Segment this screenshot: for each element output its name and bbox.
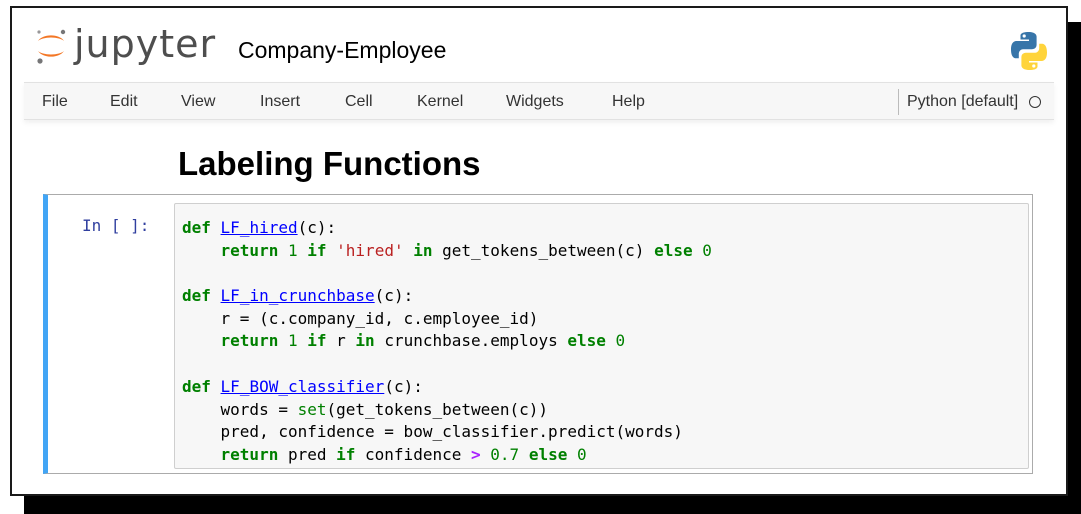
code-token: confidence (355, 444, 471, 464)
code-token: def (182, 286, 211, 306)
code-token: else (654, 240, 693, 260)
code-token: 0 (615, 331, 626, 351)
jupyter-logo-icon (37, 29, 66, 64)
code-token: if (307, 331, 327, 351)
code-token: words = (182, 399, 298, 419)
notebook-title[interactable]: Company-Employee (238, 35, 446, 65)
kernel-name: Python [default] (907, 93, 1019, 110)
code-token: in (413, 240, 433, 260)
code-line[interactable]: pred, confidence = bow_classifier.predic… (182, 421, 712, 444)
code-line[interactable]: def LF_hired(c): (182, 217, 712, 240)
code-line[interactable] (182, 262, 712, 285)
code-token: 1 (287, 240, 298, 260)
code-token: set (297, 399, 327, 419)
code-token: def (182, 218, 211, 237)
code-line[interactable]: r = (c.company_id, c.employee_id) (182, 308, 712, 331)
notebook-window: jupyter Company-Employee File Edit View … (10, 6, 1068, 496)
code-line[interactable]: return 1 if 'hired' in get_tokens_betwee… (182, 240, 712, 263)
code-line[interactable]: return 1 if r in crunchbase.employs else… (182, 330, 712, 353)
code-token: 'hired' (336, 240, 404, 260)
input-prompt: In [ ]: (82, 216, 150, 235)
jupyter-logo[interactable]: jupyter (34, 24, 216, 68)
menu-view[interactable]: View (181, 92, 215, 112)
code-token: LF_hired (220, 218, 298, 237)
code-token: get_tokens_between(c) (432, 240, 655, 260)
kernel-idle-circle-icon (1029, 96, 1042, 108)
markdown-heading: Labeling Functions (178, 145, 481, 182)
jupyter-logo-text: jupyter (74, 22, 217, 66)
code-token: def (182, 376, 211, 396)
code-line[interactable]: words = set(get_tokens_between(c)) (182, 399, 712, 422)
code-token: return (220, 331, 279, 351)
code-token: (c): (297, 218, 337, 237)
code-token: (c): (384, 376, 423, 396)
code-token: pred, confidence = bow_classifier.predic… (182, 422, 683, 442)
menu-widgets[interactable]: Widgets (506, 92, 564, 112)
menu-kernel[interactable]: Kernel (417, 92, 463, 112)
code-line[interactable]: def LF_in_crunchbase(c): (182, 285, 712, 308)
code-token: > (470, 444, 481, 464)
kernel-indicator-area: Python [default] (898, 89, 1042, 115)
code-token: pred (278, 444, 337, 464)
code-token: 0 (576, 444, 587, 464)
code-token: 1 (287, 331, 298, 351)
menu-cell[interactable]: Cell (345, 92, 373, 112)
code-line[interactable]: def LF_BOW_classifier(c): (182, 376, 712, 399)
menu-help[interactable]: Help (612, 92, 645, 112)
code-token: if (307, 240, 327, 260)
code-token: 0 (702, 240, 712, 260)
notebook-header: jupyter Company-Employee (12, 8, 1066, 84)
code-token: in (355, 331, 375, 351)
code-token: return (220, 444, 279, 464)
code-token: return (220, 240, 279, 260)
code-token: else (567, 331, 606, 351)
code-token: LF_in_crunchbase (220, 286, 375, 306)
code-token: (get_tokens_between(c)) (326, 399, 549, 419)
code-cell[interactable]: In [ ]: def LF_hired(c): return 1 if 'hi… (43, 194, 1033, 474)
code-token: if (336, 444, 356, 464)
code-token: (c): (374, 286, 414, 306)
code-token: LF_BOW_classifier (220, 376, 385, 396)
python-logo-icon (1011, 32, 1047, 70)
menu-file[interactable]: File (42, 92, 68, 112)
code-line[interactable] (182, 353, 712, 376)
menu-edit[interactable]: Edit (110, 92, 138, 112)
code-line[interactable]: return pred if confidence > 0.7 else 0 (182, 444, 712, 467)
menubar: File Edit View Insert Cell Kernel Widget… (24, 82, 1054, 120)
code-editor[interactable]: def LF_hired(c): return 1 if 'hired' in … (182, 217, 712, 467)
menu-insert[interactable]: Insert (260, 92, 300, 112)
code-input-area[interactable]: def LF_hired(c): return 1 if 'hired' in … (174, 203, 1029, 469)
code-token: r (326, 331, 356, 351)
code-token: r = (c.company_id, c.employee_id) (182, 308, 539, 328)
code-token: 0.7 (490, 444, 520, 464)
code-token: crunchbase.employs (374, 331, 568, 351)
code-token: else (528, 444, 568, 464)
